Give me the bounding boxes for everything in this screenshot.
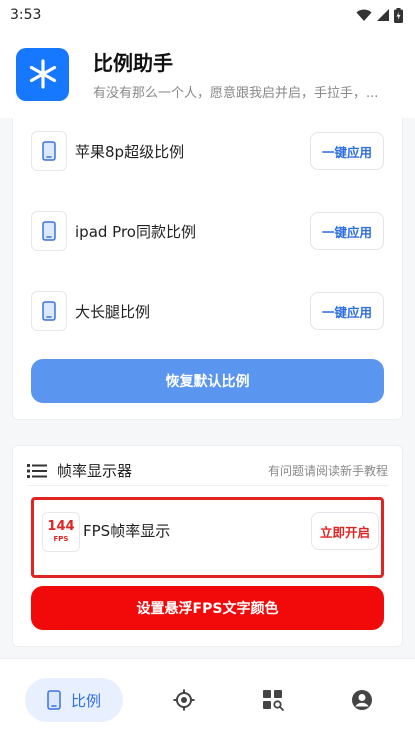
fps-144-icon: 144 FPS [42, 512, 80, 552]
ratio-label: 大长腿比例 [75, 302, 151, 321]
restore-default-button[interactable]: 恢复默认比例 [31, 359, 384, 403]
phone-icon [47, 690, 61, 710]
fps-display-label: FPS帧率显示 [83, 522, 171, 540]
bottom-nav: 比例 [0, 658, 415, 738]
fps-display-item: 144 FPS FPS帧率显示 立即开启 [31, 497, 384, 578]
ratio-label: ipad Pro同款比例 [75, 222, 196, 241]
phone-icon-box [31, 131, 67, 171]
fps-card-header: 帧率显示器 有问题请阅读新手教程 [27, 456, 388, 486]
asterisk-logo-icon [29, 59, 56, 89]
phone-icon [42, 141, 56, 161]
status-time: 3:53 [10, 7, 42, 23]
apply-button[interactable]: 一键应用 [310, 292, 384, 330]
phone-icon-box [31, 291, 67, 331]
fps-logo-number: 144 [47, 519, 75, 535]
wifi-icon [356, 9, 372, 21]
app-text: 比例助手 有没有那么一个人，愿意跟我启并启，手拉手，... [93, 47, 393, 101]
phone-icon [42, 301, 56, 321]
ratio-item-long-legs: 大长腿比例 一键应用 [31, 287, 384, 335]
phone-icon-box [31, 211, 67, 251]
grid-search-icon [263, 690, 284, 711]
apply-button[interactable]: 一键应用 [310, 212, 384, 250]
nav-item-tools[interactable] [257, 678, 289, 722]
app-title: 比例助手 [93, 51, 173, 75]
ratio-item-ipad-pro: ipad Pro同款比例 一键应用 [31, 207, 384, 255]
signal-icon [377, 9, 389, 21]
ratio-card: 苹果8p超级比例 一键应用 ipad Pro同款比例 一键应用 大长腿比例 一键 [12, 118, 403, 420]
list-icon [27, 463, 47, 478]
status-icons [356, 7, 403, 23]
nav-item-target[interactable] [168, 678, 200, 722]
app-logo [16, 47, 69, 101]
enable-now-button[interactable]: 立即开启 [311, 512, 379, 550]
app-subtitle: 有没有那么一个人，愿意跟我启并启，手拉手，... [93, 86, 379, 101]
nav-item-profile[interactable] [346, 678, 378, 722]
fps-text-color-button[interactable]: 设置悬浮FPS文字颜色 [31, 586, 384, 630]
nav-item-label: 比例 [70, 691, 101, 710]
fps-card: 帧率显示器 有问题请阅读新手教程 144 FPS FPS帧率显示 立即开启 设置… [12, 445, 403, 647]
app-header: 比例助手 有没有那么一个人，愿意跟我启并启，手拉手，... [0, 30, 415, 118]
tutorial-link[interactable]: 有问题请阅读新手教程 [268, 462, 388, 479]
nav-item-ratio[interactable]: 比例 [25, 678, 123, 722]
battery-icon [394, 7, 403, 23]
user-icon [352, 690, 372, 710]
ratio-item-iphone8p: 苹果8p超级比例 一键应用 [31, 127, 384, 175]
fps-card-title: 帧率显示器 [57, 462, 133, 480]
content-scroll[interactable]: 苹果8p超级比例 一键应用 ipad Pro同款比例 一键应用 大长腿比例 一键 [0, 118, 415, 658]
ratio-label: 苹果8p超级比例 [75, 142, 185, 161]
fps-logo-text: FPS [53, 535, 69, 544]
crosshair-icon [173, 689, 195, 711]
status-bar: 3:53 [0, 0, 415, 30]
apply-button[interactable]: 一键应用 [310, 132, 384, 170]
phone-icon [42, 221, 56, 241]
